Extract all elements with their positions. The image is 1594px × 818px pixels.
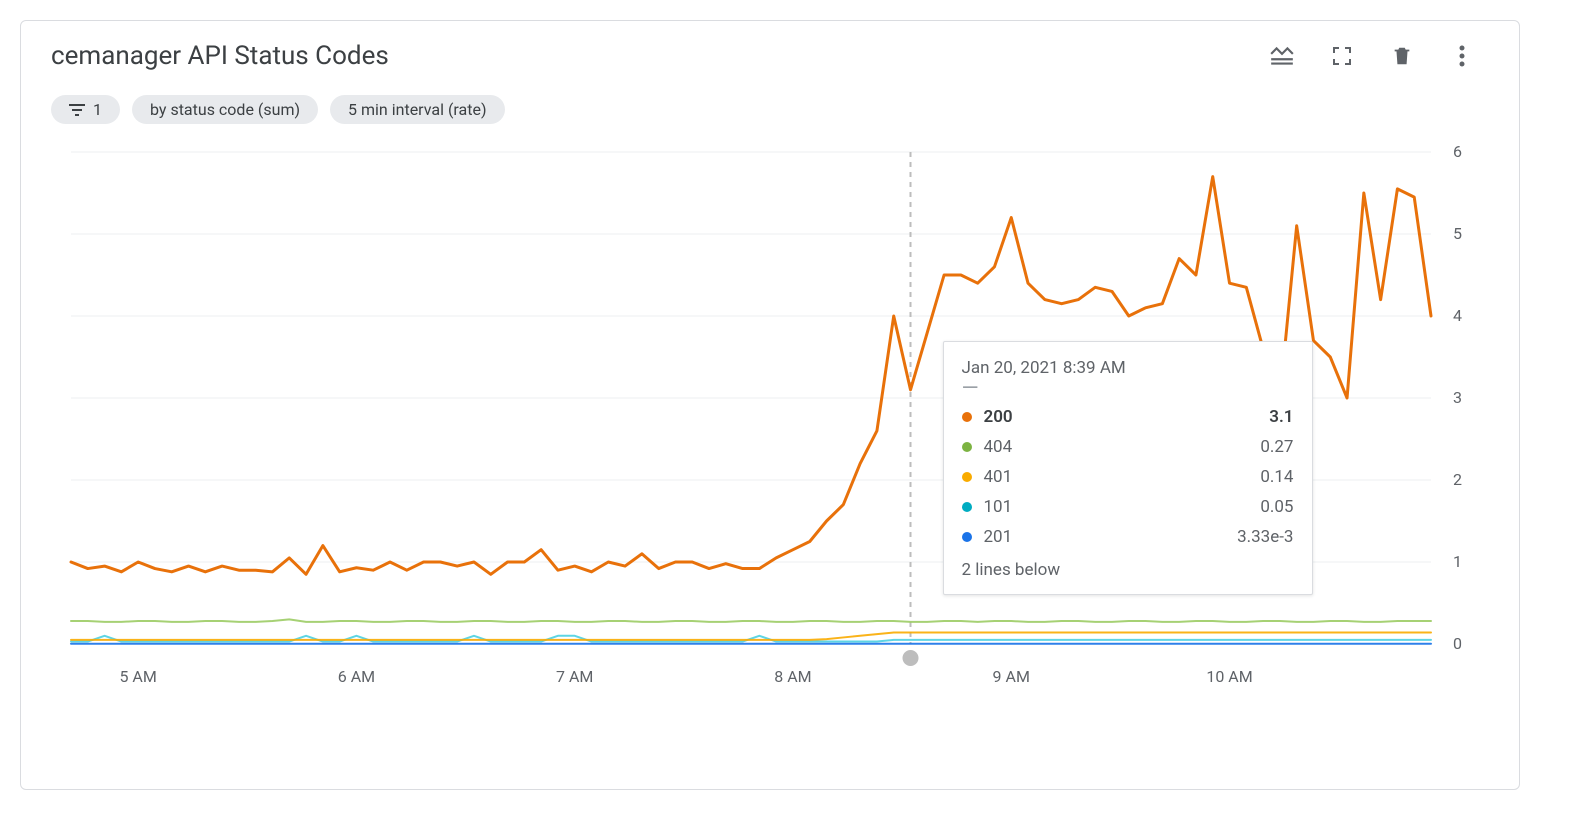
svg-text:4: 4 [1453, 306, 1462, 325]
tooltip-below: 2 lines below [962, 560, 1294, 580]
tooltip: Jan 20, 2021 8:39 AM — 200 3.1 404 0.27 401 0… [943, 341, 1313, 595]
svg-text:7 AM: 7 AM [556, 667, 593, 686]
tooltip-series-label: 404 [984, 437, 1013, 457]
chart-actions [1269, 43, 1489, 69]
svg-text:8 AM: 8 AM [774, 667, 811, 686]
tooltip-series-value: 0.14 [1260, 467, 1293, 487]
svg-text:3: 3 [1453, 388, 1462, 407]
interval-label: 5 min interval (rate) [348, 100, 486, 119]
tooltip-timestamp: Jan 20, 2021 8:39 AM [962, 358, 1294, 378]
tooltip-series-value: 0.05 [1260, 497, 1293, 517]
tooltip-series-label: 201 [984, 527, 1013, 547]
svg-text:6: 6 [1453, 144, 1462, 161]
card-header: cemanager API Status Codes [51, 41, 1489, 71]
legend-icon[interactable] [1269, 43, 1295, 69]
trash-icon[interactable] [1389, 43, 1415, 69]
tooltip-row: 201 3.33e-3 [962, 522, 1294, 552]
svg-text:6 AM: 6 AM [338, 667, 375, 686]
tooltip-series-label: 200 [984, 407, 1013, 427]
tooltip-row: 200 3.1 [962, 402, 1294, 432]
tooltip-row: 404 0.27 [962, 432, 1294, 462]
svg-text:5: 5 [1453, 224, 1462, 243]
svg-text:0: 0 [1453, 634, 1462, 653]
filter-chip[interactable]: 1 [51, 95, 120, 124]
filter-icon [69, 103, 85, 117]
chart-area[interactable]: 0 1 2 3 4 5 6 5 AM 6 AM 7 AM 8 AM 9 AM 10 AM Jan 20,… [51, 144, 1489, 704]
groupby-label: by status code (sum) [150, 100, 300, 119]
chip-row: 1 by status code (sum) 5 min interval (r… [51, 95, 1489, 124]
tooltip-series-value: 0.27 [1260, 437, 1293, 457]
svg-text:10 AM: 10 AM [1206, 667, 1252, 686]
groupby-chip[interactable]: by status code (sum) [132, 95, 318, 124]
tooltip-series-value: 3.33e-3 [1237, 527, 1293, 547]
tooltip-row: 101 0.05 [962, 492, 1294, 522]
svg-text:5 AM: 5 AM [119, 667, 156, 686]
svg-text:1: 1 [1453, 552, 1462, 571]
tooltip-row: 401 0.14 [962, 462, 1294, 492]
svg-text:2: 2 [1453, 470, 1462, 489]
chart-title: cemanager API Status Codes [51, 41, 389, 71]
filter-count: 1 [93, 100, 102, 119]
tooltip-series-value: 3.1 [1269, 407, 1293, 427]
tooltip-dash: — [962, 384, 1294, 394]
more-icon[interactable] [1449, 43, 1475, 69]
tooltip-series-label: 401 [984, 467, 1013, 487]
svg-text:9 AM: 9 AM [993, 667, 1030, 686]
fullscreen-icon[interactable] [1329, 43, 1355, 69]
interval-chip[interactable]: 5 min interval (rate) [330, 95, 504, 124]
tooltip-series-label: 101 [984, 497, 1013, 517]
chart-card: cemanager API Status Codes [20, 20, 1520, 790]
